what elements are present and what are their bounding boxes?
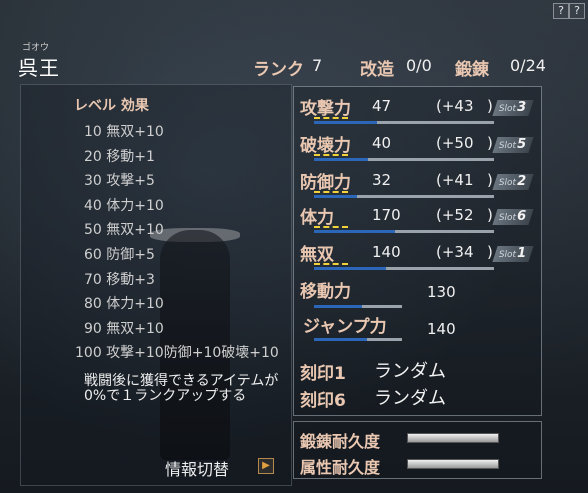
slot-badge-text: Slot bbox=[498, 213, 517, 223]
stat-bonus-close: ) bbox=[487, 171, 493, 189]
stat-bonus-close: ) bbox=[487, 243, 493, 261]
move-value: 130 bbox=[427, 283, 456, 301]
level-effect-item: 20 移動+1 bbox=[84, 148, 155, 165]
attribute-durability-bar bbox=[407, 459, 499, 469]
move-label: 移動力 bbox=[300, 282, 351, 302]
stat-value: 170 bbox=[372, 206, 401, 224]
level-effect-item: 30 攻撃+5 bbox=[84, 173, 155, 190]
slot-badge-icon: Slot6 bbox=[492, 209, 534, 225]
slot-badge-text: Slot bbox=[498, 178, 517, 188]
level-effect-item: 80 体力+10 bbox=[84, 296, 164, 313]
level-effect-item: 90 無双+10 bbox=[84, 320, 164, 337]
level-effect-item: 60 防御+5 bbox=[84, 246, 155, 263]
stat-underline bbox=[314, 224, 348, 228]
stat-bar bbox=[314, 195, 494, 198]
kokuin-6-value: ランダム bbox=[374, 388, 446, 409]
kokuin-1-value: ランダム bbox=[374, 361, 446, 382]
level-effect-item: 100 攻撃+10防御+10破壊+10 bbox=[75, 345, 279, 361]
stat-value: 32 bbox=[372, 171, 392, 189]
stat-bonus: (+41 bbox=[436, 171, 474, 189]
tanren-durability-label: 鍛錬耐久度 bbox=[300, 432, 381, 451]
slot-badge-text: Slot bbox=[498, 104, 517, 114]
stat-row-musou: 無双 140 (+34 ) Slot1 bbox=[300, 240, 540, 270]
stat-underline bbox=[314, 189, 348, 193]
slot-badge-text: Slot bbox=[498, 141, 517, 151]
level-effects-list: 10 無双+10 20 移動+1 30 攻撃+5 40 体力+10 50 無双+… bbox=[75, 121, 279, 361]
stat-row-health: 体力 170 (+52 ) Slot6 bbox=[300, 203, 540, 233]
slot-badge-icon: Slot2 bbox=[492, 174, 534, 190]
level-effect-item: 40 体力+10 bbox=[84, 197, 164, 214]
stat-bonus: (+52 bbox=[436, 206, 474, 224]
slot-badge-icon: Slot3 bbox=[492, 100, 534, 116]
slot-badge-icon: Slot1 bbox=[492, 246, 534, 262]
info-switch-label[interactable]: 情報切替 bbox=[165, 456, 229, 480]
slot-badge-number: 5 bbox=[517, 137, 527, 152]
jump-label: ジャンプ力 bbox=[303, 317, 387, 337]
stat-underline bbox=[314, 152, 348, 156]
kokuin-6-label: 刻印6 bbox=[300, 391, 346, 411]
stat-row-attack: 攻撃力 47 (+43 ) Slot3 bbox=[300, 94, 540, 124]
stat-value: 40 bbox=[372, 134, 392, 152]
character-name: 呉王 bbox=[18, 56, 60, 80]
stat-bonus-close: ) bbox=[487, 206, 493, 224]
level-effect-item: 50 無双+10 bbox=[84, 222, 164, 239]
slot-badge-number: 2 bbox=[517, 174, 527, 189]
jump-bar bbox=[314, 338, 402, 341]
stat-bonus: (+50 bbox=[436, 134, 474, 152]
stat-value: 140 bbox=[372, 243, 401, 261]
help-icon-2[interactable]: ? bbox=[569, 3, 585, 19]
kaizo-value: 0/0 bbox=[406, 56, 432, 75]
slot-badge-number: 3 bbox=[517, 100, 527, 115]
slot-badge-number: 1 bbox=[517, 246, 527, 261]
stat-row-defense: 防御力 32 (+41 ) Slot2 bbox=[300, 168, 540, 198]
rank-label: ランク bbox=[253, 60, 304, 80]
stat-underline bbox=[314, 115, 348, 119]
tanren-value: 0/24 bbox=[510, 56, 546, 75]
stat-bonus: (+43 bbox=[436, 97, 474, 115]
jump-value: 140 bbox=[427, 320, 456, 338]
stat-row-destruction: 破壊力 40 (+50 ) Slot5 bbox=[300, 131, 540, 161]
stat-value: 47 bbox=[372, 97, 392, 115]
move-bar bbox=[314, 305, 402, 308]
kaizo-label: 改造 bbox=[360, 60, 394, 80]
level-effect-item: 70 移動+3 bbox=[84, 271, 155, 288]
stat-bonus-close: ) bbox=[487, 97, 493, 115]
rank-up-note: 戦闘後に獲得できるアイテムが0%で１ランクアップする bbox=[84, 373, 279, 404]
kokuin-1-label: 刻印1 bbox=[300, 364, 346, 384]
stat-bar bbox=[314, 230, 494, 233]
slot-badge-icon: Slot5 bbox=[492, 137, 534, 153]
slot-badge-number: 6 bbox=[517, 209, 527, 224]
tanren-label: 鍛錬 bbox=[455, 60, 489, 80]
stat-underline bbox=[314, 261, 348, 265]
attribute-durability-label: 属性耐久度 bbox=[300, 458, 381, 477]
stat-bonus: (+34 bbox=[436, 243, 474, 261]
tanren-durability-bar bbox=[407, 433, 499, 443]
stat-bonus-close: ) bbox=[487, 134, 493, 152]
stat-bar bbox=[314, 121, 494, 124]
level-effect-item: 10 無双+10 bbox=[84, 124, 164, 140]
help-icon[interactable]: ? bbox=[553, 3, 569, 19]
rank-value: 7 bbox=[312, 56, 323, 75]
slot-badge-text: Slot bbox=[498, 250, 517, 260]
level-effects-title: レベル 効果 bbox=[74, 98, 149, 114]
info-switch-arrow-icon[interactable]: ▶ bbox=[258, 458, 274, 474]
stat-bar bbox=[314, 267, 494, 270]
stat-bar bbox=[314, 158, 494, 161]
